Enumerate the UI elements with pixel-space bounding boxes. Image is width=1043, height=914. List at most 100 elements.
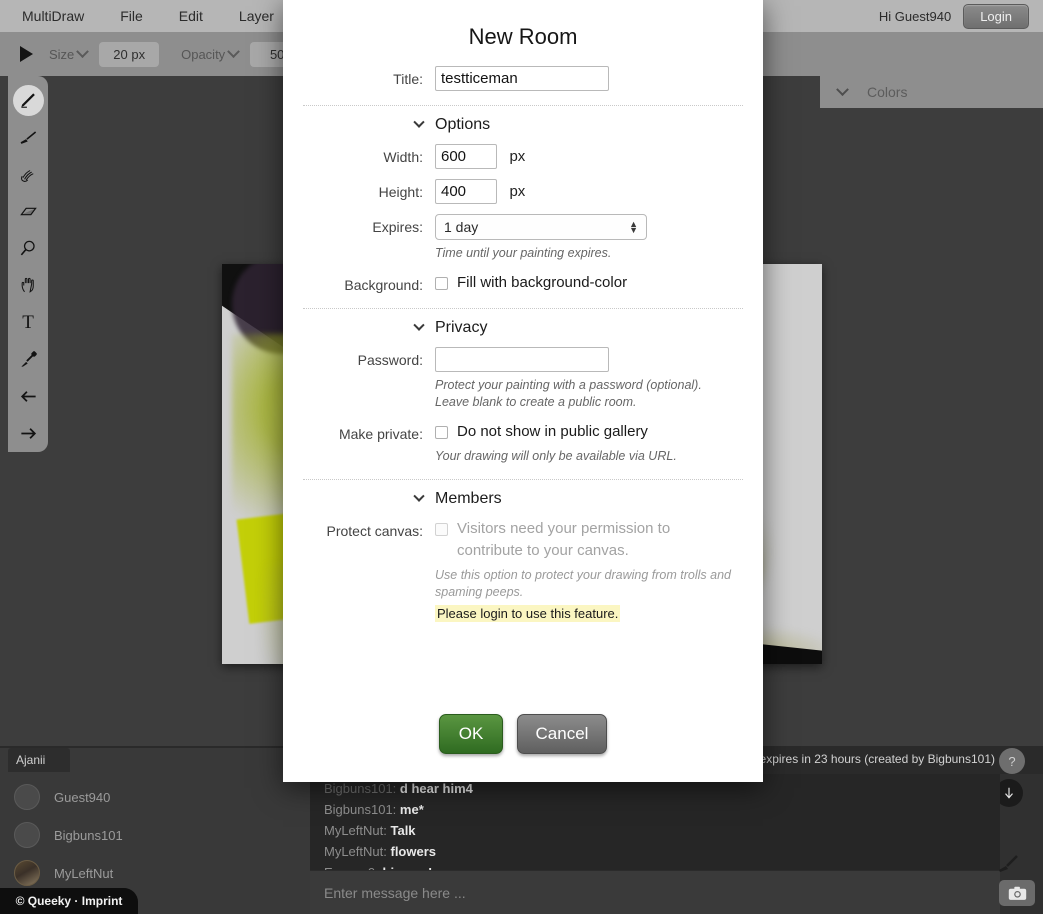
width-input[interactable]: [435, 144, 497, 169]
protect-canvas-checkbox-label: Visitors need your permission to contrib…: [457, 518, 670, 562]
size-value[interactable]: 20 px: [99, 41, 160, 67]
pencil-tool[interactable]: [11, 82, 45, 119]
opacity-label: Opacity: [181, 46, 226, 62]
eyedropper-tool[interactable]: [11, 341, 45, 378]
cancel-button[interactable]: Cancel: [517, 714, 607, 754]
drawing-app: Colors T MultiDraw File Edit Layer Hi Gu…: [0, 0, 1043, 914]
background-row: Background: Fill with background-color: [283, 272, 763, 294]
make-private-label: Make private:: [338, 426, 423, 442]
ok-button[interactable]: OK: [439, 714, 503, 754]
eraser-icon: [19, 207, 37, 216]
room-tab[interactable]: Ajanii: [8, 748, 70, 772]
make-private-checkbox-label: Do not show in public gallery: [457, 423, 648, 440]
protect-canvas-row: Protect canvas: Visitors need your permi…: [283, 518, 763, 623]
divider: [303, 105, 743, 106]
expires-select[interactable]: 1 day: [435, 214, 647, 240]
snapshot-button[interactable]: [999, 880, 1035, 906]
chevron-down-icon[interactable]: [227, 44, 241, 58]
brush-icon: [20, 131, 36, 144]
undo-tool[interactable]: [11, 378, 45, 415]
password-hint-1: Protect your painting with a password (o…: [435, 378, 702, 392]
play-icon[interactable]: [20, 46, 33, 62]
protect-canvas-field-wrap: Visitors need your permission to contrib…: [435, 518, 743, 623]
menu-item-layer[interactable]: Layer: [221, 8, 292, 24]
width-label: Width:: [383, 149, 423, 165]
expires-select-wrap: 1 day ▲ ▼: [435, 214, 647, 240]
expires-hint: Time until your painting expires.: [435, 246, 612, 260]
expires-row: Expires: 1 day ▲ ▼ Time until your painti…: [283, 214, 763, 262]
size-label: Size: [49, 46, 75, 62]
menu-item-edit[interactable]: Edit: [161, 8, 221, 24]
tool-rail: T: [8, 76, 48, 452]
hand-icon: [21, 277, 34, 293]
protect-canvas-checkbox-row: Visitors need your permission to contrib…: [435, 518, 743, 562]
background-field-wrap: Fill with background-color: [435, 272, 743, 294]
list-item[interactable]: Guest940: [0, 778, 310, 816]
password-field-wrap: Protect your painting with a password (o…: [435, 347, 743, 411]
avatar: [14, 860, 40, 886]
chat-log[interactable]: Bigbuns101: d hear him4 Bigbuns101: me* …: [310, 774, 1000, 874]
text-tool[interactable]: T: [11, 304, 45, 341]
brush-tool[interactable]: [11, 119, 45, 156]
zoom-tool[interactable]: [11, 230, 45, 267]
hand-tool[interactable]: [11, 267, 45, 304]
protect-canvas-label-line2: contribute to your canvas.: [457, 542, 629, 559]
chat-text: flowers: [390, 844, 436, 859]
login-button[interactable]: Login: [963, 3, 1029, 29]
chat-message: Bigbuns101: me*: [324, 799, 986, 820]
chevron-down-icon[interactable]: [76, 44, 90, 58]
make-private-field-wrap: Do not show in public gallery Your drawi…: [435, 421, 743, 465]
section-members-label: Members: [435, 490, 502, 507]
login-notice: Please login to use this feature.: [435, 605, 621, 622]
camera-icon: [1008, 886, 1026, 900]
eraser-tool[interactable]: [11, 193, 45, 230]
arrow-right-icon: [20, 428, 36, 439]
height-unit: px: [509, 183, 526, 200]
height-row: Height: px: [283, 179, 763, 204]
eyedropper-icon: [20, 351, 37, 367]
section-options[interactable]: Options: [283, 116, 763, 134]
section-members[interactable]: Members: [283, 490, 763, 508]
chevron-down-icon: [413, 490, 425, 502]
dialog-buttons: OK Cancel: [283, 714, 763, 754]
footer-credit[interactable]: © Queeky · Imprint: [0, 888, 138, 914]
title-row: Title:: [283, 66, 763, 91]
expires-field-wrap: 1 day ▲ ▼ Time until your painting expire…: [435, 214, 743, 262]
protect-canvas-hint-2: spaming peeps.: [435, 585, 524, 599]
chat-message: MyLeftNut: Talk: [324, 820, 986, 841]
help-button[interactable]: ?: [999, 748, 1025, 774]
chat-input[interactable]: Enter message here ...: [310, 870, 1000, 914]
colors-panel-header[interactable]: Colors: [820, 76, 1043, 108]
redo-tool[interactable]: [11, 415, 45, 452]
chat-author: MyLeftNut:: [324, 844, 387, 859]
list-item[interactable]: MyLeftNut: [0, 854, 310, 892]
brush-icon: [995, 850, 1021, 876]
section-privacy[interactable]: Privacy: [283, 319, 763, 337]
chat-text: d hear him4: [399, 781, 473, 796]
height-input[interactable]: [435, 179, 497, 204]
width-field-wrap: px: [435, 144, 743, 169]
smudge-tool[interactable]: [11, 156, 45, 193]
expires-label: Expires:: [372, 219, 423, 235]
menu-item-file[interactable]: File: [102, 8, 161, 24]
magnifier-icon: [20, 240, 35, 256]
user-list: Guest940 Bigbuns101 MyLeftNut: [0, 778, 310, 892]
user-name: Bigbuns101: [54, 827, 123, 843]
arrow-down-icon: [1005, 787, 1013, 799]
width-unit: px: [509, 148, 526, 165]
room-title-input[interactable]: [435, 66, 609, 91]
chevron-down-icon: [413, 319, 425, 331]
make-private-checkbox[interactable]: [435, 426, 448, 439]
section-options-label: Options: [435, 116, 491, 133]
chat-author: Bigbuns101:: [324, 781, 397, 796]
password-input[interactable]: [435, 347, 609, 372]
protect-canvas-hint-1: Use this option to protect your drawing …: [435, 568, 731, 582]
list-item[interactable]: Bigbuns101: [0, 816, 310, 854]
password-row: Password: Protect your painting with a p…: [283, 347, 763, 411]
protect-canvas-label: Protect canvas:: [326, 523, 424, 539]
make-private-checkbox-row: Do not show in public gallery: [435, 421, 743, 443]
password-label: Password:: [357, 352, 423, 368]
background-fill-checkbox[interactable]: [435, 277, 448, 290]
dialog-title: New Room: [468, 24, 578, 49]
background-label: Background:: [344, 277, 423, 293]
